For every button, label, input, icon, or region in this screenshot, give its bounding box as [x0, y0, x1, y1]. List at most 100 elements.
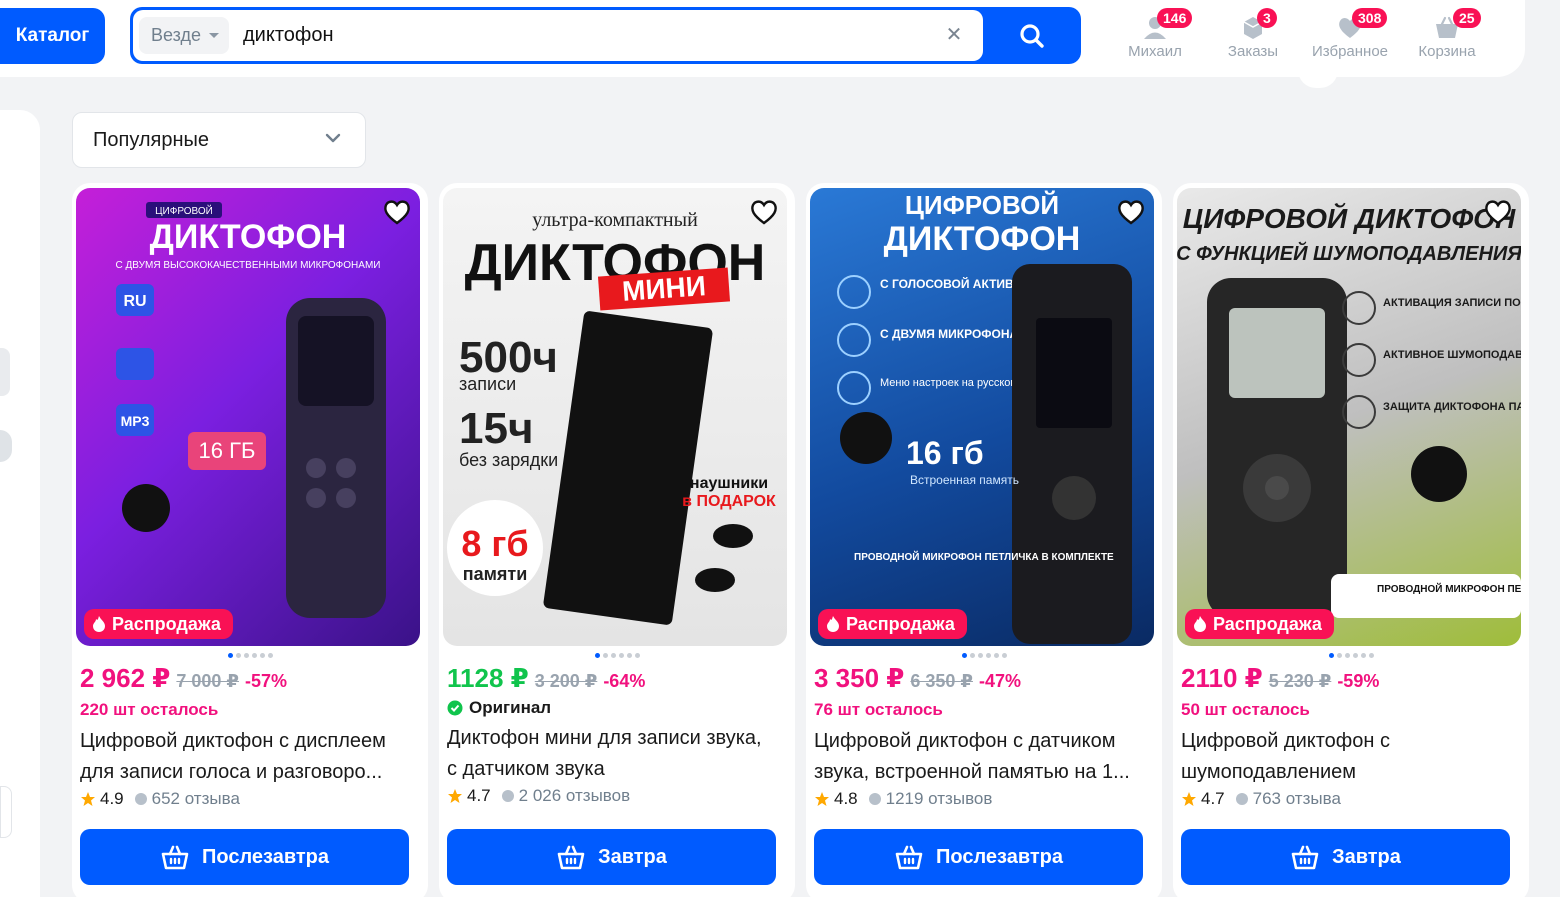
- product-title[interactable]: Цифровой диктофон с дисплеем для записи …: [80, 726, 410, 788]
- svg-text:С ДВУМЯ ВЫСОКОКАЧЕСТВЕННЫМИ МИ: С ДВУМЯ ВЫСОКОКАЧЕСТВЕННЫМИ МИКРОФОНАМИ: [116, 260, 381, 271]
- sale-badge: Распродажа: [1185, 609, 1334, 639]
- rating-row[interactable]: 4.7 763 отзыва: [1181, 789, 1341, 809]
- basket-icon: [557, 845, 585, 870]
- flame-icon: [827, 616, 839, 632]
- svg-text:RU: RU: [123, 293, 146, 310]
- add-to-cart-button[interactable]: Послезавтра: [80, 829, 409, 885]
- svg-text:ПРОВОДНОЙ МИКРОФОН ПЕТЛИЧКА В: ПРОВОДНОЙ МИКРОФОН ПЕТЛИЧКА В КОМПЛЕКТЕ: [854, 550, 1114, 563]
- close-icon[interactable]: ✕: [943, 24, 965, 46]
- sidebar-handle[interactable]: [0, 430, 12, 462]
- price-row: 3 350 ₽ 6 350 ₽ -47%: [814, 663, 1021, 694]
- sidebar-input[interactable]: [0, 786, 12, 838]
- svg-text:ЗАЩИТА ДИКТОФОНА ПАРОЛЕМ: ЗАЩИТА ДИКТОФОНА ПАРОЛЕМ: [1383, 401, 1521, 413]
- search-field[interactable]: Везде диктофон ✕: [133, 10, 983, 61]
- price-row: 1128 ₽ 3 200 ₽ -64%: [447, 663, 645, 694]
- reviews-count: 763 отзыва: [1252, 789, 1341, 808]
- search-scope-select[interactable]: Везде: [139, 17, 229, 54]
- nav-label: Корзина: [1418, 43, 1476, 60]
- discount: -64%: [603, 671, 646, 691]
- nav-orders[interactable]: 3 Заказы: [1205, 8, 1301, 66]
- star-icon: [448, 789, 462, 803]
- product-image[interactable]: ультра-компактный ДИКТОФОН МИНИ 500ч зап…: [443, 188, 787, 646]
- product-card[interactable]: ЦИФРОВОЙ ДИКТОФОН С ГОЛОСОВОЙ АКТИВАЦИЕЙ…: [806, 183, 1162, 897]
- add-to-cart-button[interactable]: Завтра: [447, 829, 776, 885]
- stock-left: 76 шт осталось: [814, 700, 943, 719]
- nav-profile[interactable]: 146 Михаил: [1107, 8, 1203, 66]
- original-label: Оригинал: [447, 698, 551, 718]
- search-button[interactable]: [983, 7, 1081, 64]
- product-title[interactable]: Цифровой диктофон с датчиком звука, встр…: [814, 726, 1144, 788]
- rating-value: 4.8: [834, 789, 858, 808]
- svg-text:АКТИВАЦИЯ ЗАПИСИ ПО ДАТЧИКУ ЗВ: АКТИВАЦИЯ ЗАПИСИ ПО ДАТЧИКУ ЗВУКА: [1383, 297, 1521, 309]
- svg-text:ЦИФРОВОЙ: ЦИФРОВОЙ: [905, 190, 1059, 220]
- heart-icon[interactable]: [1116, 198, 1146, 226]
- product-image-art: ЦИФРОВОЙ ДИКТОФОН С ГОЛОСОВОЙ АКТИВАЦИЕЙ…: [837, 190, 1132, 644]
- discount: -59%: [1337, 671, 1380, 691]
- svg-text:памяти: памяти: [463, 564, 528, 584]
- reviews-count: 652 отзыва: [151, 789, 240, 808]
- svg-text:наушники: наушники: [690, 475, 768, 492]
- nav-favorites[interactable]: 308 Избранное: [1302, 8, 1398, 66]
- sort-select[interactable]: Популярные: [72, 112, 366, 168]
- delivery-label: Завтра: [1332, 845, 1401, 868]
- sidebar-toggle[interactable]: [0, 348, 10, 396]
- nav-badge: 3: [1257, 8, 1277, 28]
- chips-scroll-button[interactable]: [1298, 70, 1338, 88]
- comment-icon: [501, 790, 514, 802]
- add-to-cart-button[interactable]: Послезавтра: [814, 829, 1143, 885]
- image-carousel-dots[interactable]: [228, 653, 273, 658]
- catalog-button[interactable]: Каталог: [0, 8, 105, 64]
- stock-left: 220 шт осталось: [80, 700, 219, 719]
- delivery-label: Послезавтра: [936, 845, 1063, 868]
- search-bar: Везде диктофон ✕: [130, 7, 1081, 64]
- sort-label: Популярные: [93, 129, 210, 151]
- image-carousel-dots[interactable]: [1329, 653, 1374, 658]
- heart-icon[interactable]: [749, 198, 779, 226]
- rating-row[interactable]: 4.7 2 026 отзывов: [447, 786, 630, 806]
- check-circle-icon: [447, 700, 463, 716]
- heart-icon[interactable]: [1483, 198, 1513, 226]
- discount: -47%: [978, 671, 1021, 691]
- svg-text:16 гб: 16 гб: [906, 435, 984, 471]
- svg-text:С ФУНКЦИЕЙ ШУМОПОДАВЛЕНИЯ: С ФУНКЦИЕЙ ШУМОПОДАВЛЕНИЯ: [1177, 241, 1521, 265]
- nav-cart[interactable]: 25 Корзина: [1399, 8, 1495, 66]
- star-icon: [815, 792, 829, 806]
- heart-icon[interactable]: [382, 198, 412, 226]
- product-card[interactable]: ЦИФРОВОЙ ДИКТОФОН С ДВУМЯ ВЫСОКОКАЧЕСТВЕ…: [72, 183, 428, 897]
- svg-text:ДИКТОФОН: ДИКТОФОН: [884, 220, 1081, 258]
- svg-text:ЦИФРОВОЙ ДИКТОФОН: ЦИФРОВОЙ ДИКТОФОН: [1183, 202, 1516, 234]
- reviews-count: 1219 отзывов: [885, 789, 993, 808]
- search-input[interactable]: диктофон: [243, 10, 334, 61]
- header: Каталог Везде диктофон ✕ 146 Михаил 3 За…: [0, 0, 1525, 77]
- svg-text:MP3: MP3: [121, 413, 150, 429]
- basket-icon: [895, 845, 923, 870]
- rating-row[interactable]: 4.8 1219 отзывов: [814, 789, 992, 809]
- rating-value: 4.7: [467, 786, 491, 805]
- image-carousel-dots[interactable]: [595, 653, 640, 658]
- image-carousel-dots[interactable]: [962, 653, 1007, 658]
- add-to-cart-button[interactable]: Завтра: [1181, 829, 1510, 885]
- delivery-label: Завтра: [598, 845, 667, 868]
- price: 1128 ₽: [447, 663, 529, 693]
- product-title[interactable]: Диктофон мини для записи звука, с датчик…: [447, 723, 777, 785]
- product-image[interactable]: ЦИФРОВОЙ ДИКТОФОН С ГОЛОСОВОЙ АКТИВАЦИЕЙ…: [810, 188, 1154, 646]
- chevron-down-icon: [209, 33, 219, 38]
- price-row: 2110 ₽ 5 230 ₽ -59%: [1181, 663, 1379, 694]
- product-card[interactable]: ЦИФРОВОЙ ДИКТОФОН С ФУНКЦИЕЙ ШУМОПОДАВЛЕ…: [1173, 183, 1529, 897]
- basket-icon: [1291, 845, 1319, 870]
- svg-text:ультра-компактный: ультра-компактный: [532, 209, 698, 231]
- product-image[interactable]: ЦИФРОВОЙ ДИКТОФОН С ДВУМЯ ВЫСОКОКАЧЕСТВЕ…: [76, 188, 420, 646]
- old-price: 3 200 ₽: [534, 671, 598, 691]
- filters-sidebar: [0, 110, 40, 897]
- svg-text:16 ГБ: 16 ГБ: [199, 438, 256, 463]
- product-card[interactable]: ультра-компактный ДИКТОФОН МИНИ 500ч зап…: [439, 183, 795, 897]
- rating-row[interactable]: 4.9 652 отзыва: [80, 789, 240, 809]
- discount: -57%: [244, 671, 287, 691]
- product-title[interactable]: Цифровой диктофон с шумоподавлением: [1181, 726, 1511, 788]
- svg-text:15ч: 15ч: [459, 404, 534, 453]
- svg-text:без зарядки: без зарядки: [459, 450, 558, 470]
- old-price: 5 230 ₽: [1268, 671, 1332, 691]
- price-row: 2 962 ₽ 7 000 ₽ -57%: [80, 663, 287, 694]
- product-image[interactable]: ЦИФРОВОЙ ДИКТОФОН С ФУНКЦИЕЙ ШУМОПОДАВЛЕ…: [1177, 188, 1521, 646]
- rating-value: 4.9: [100, 789, 124, 808]
